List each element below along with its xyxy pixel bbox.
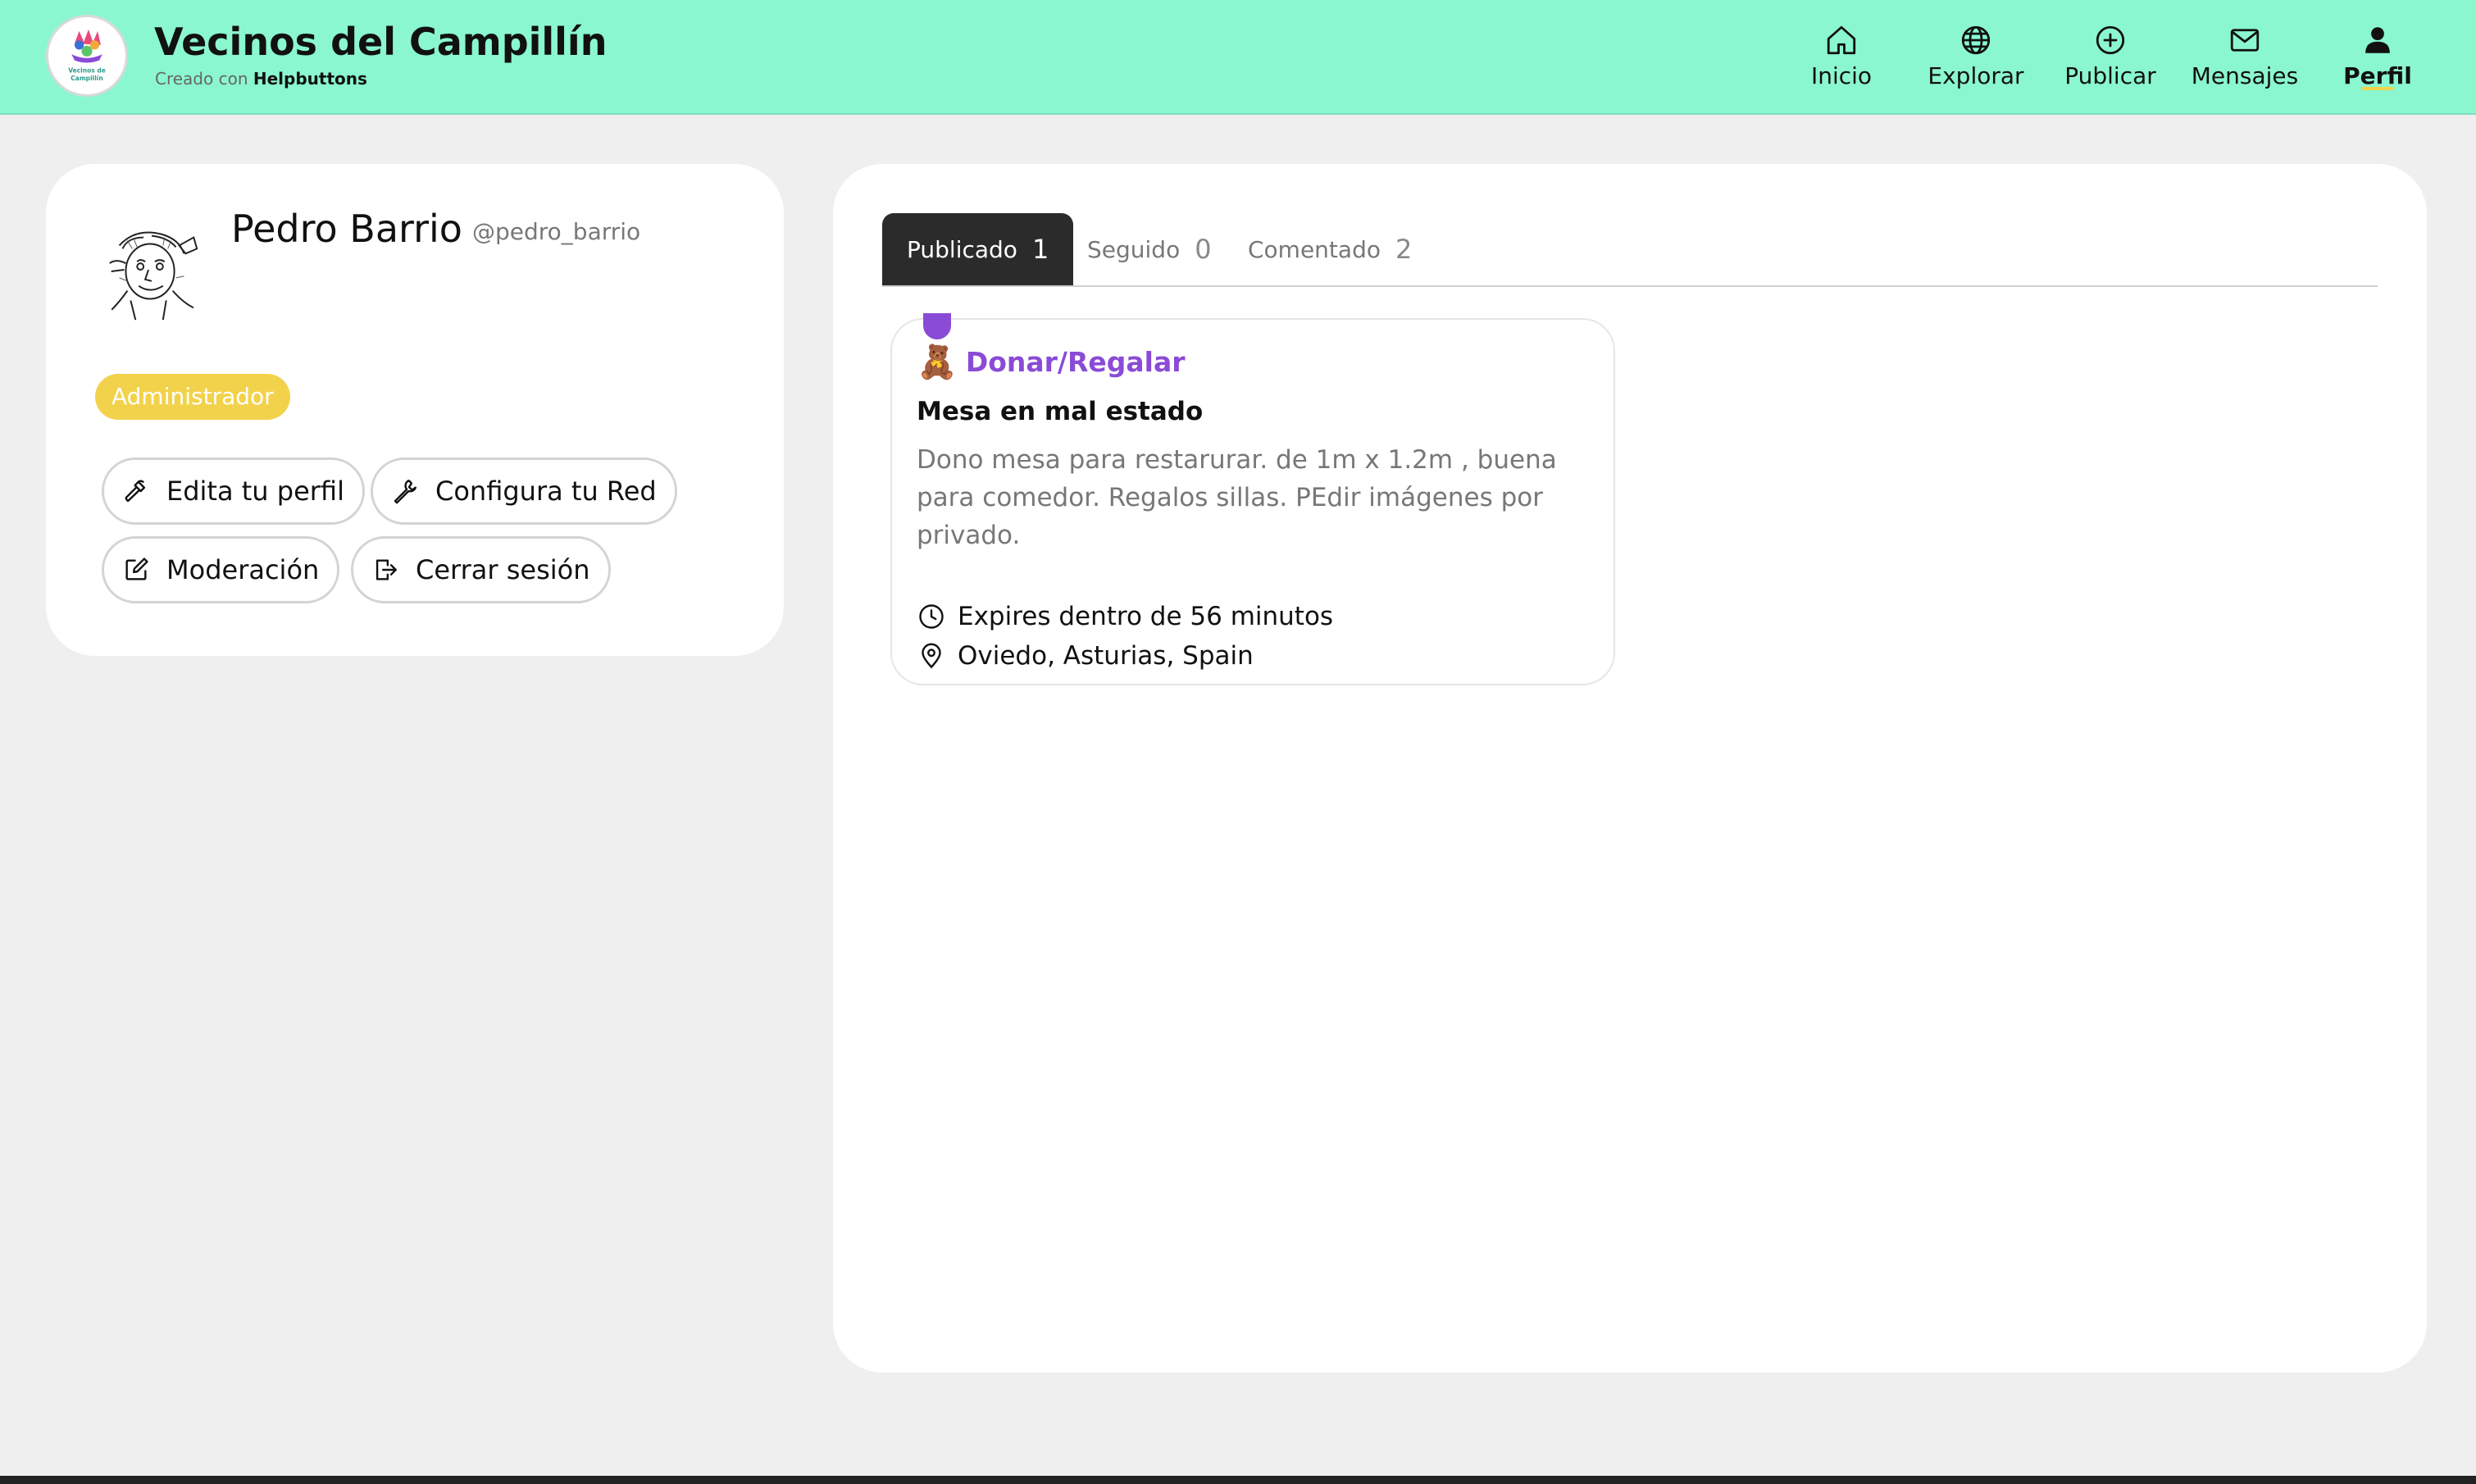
hammer-icon (125, 480, 146, 503)
tab-count: 2 (1395, 234, 1413, 265)
edit-profile-button[interactable]: Edita tu perfil (102, 457, 365, 525)
configure-network-label: Configura tu Red (435, 476, 657, 507)
nav-mensajes[interactable]: Mensajes (2179, 23, 2310, 97)
globe-icon (1961, 25, 1991, 55)
post-description: Dono mesa para restarurar. de 1m x 1.2m … (917, 445, 1557, 550)
app-title: Vecinos del Campillín (154, 20, 608, 64)
subtitle-brand-link[interactable]: Helpbuttons (253, 69, 367, 89)
logout-label: Cerrar sesión (416, 554, 590, 585)
logo-icon: Vecinos de Campillín (49, 18, 125, 93)
post-card[interactable]: 🧸 Donar/Regalar Mesa en mal estado Dono … (890, 313, 1615, 685)
post-category: 🧸 Donar/Regalar (917, 343, 1186, 381)
post-location-text: Oviedo, Asturias, Spain (958, 641, 1254, 671)
avatar-sketch-icon (95, 213, 208, 326)
nav-explorar[interactable]: Explorar (1910, 23, 2041, 97)
nav-label: Perfil (2343, 62, 2412, 89)
moderation-button[interactable]: Moderación (102, 536, 340, 603)
profile-card: Pedro Barrio @pedro_barrio Administrador… (46, 164, 784, 656)
profile-name: Pedro Barrio (231, 207, 462, 251)
edit-square-icon (125, 558, 148, 580)
nav-perfil[interactable]: Perfil (2312, 23, 2443, 97)
tab-publicado[interactable]: Publicado 1 (882, 213, 1074, 285)
profile-handle: @pedro_barrio (472, 218, 641, 245)
home-icon (1827, 25, 1856, 55)
tab-seguido[interactable]: Seguido 0 (1087, 213, 1212, 285)
category-color-dot (923, 313, 951, 339)
tabs-divider (882, 285, 2378, 287)
location-pin-icon (922, 643, 941, 669)
nav-publicar[interactable]: Publicar (2045, 23, 2176, 97)
plus-circle-icon (2096, 25, 2125, 55)
app-logo[interactable]: Vecinos de Campillín (46, 15, 128, 97)
nav-inicio[interactable]: Inicio (1776, 23, 1907, 97)
edit-profile-label: Edita tu perfil (166, 476, 344, 507)
logo-text-2: Campillín (71, 75, 102, 82)
tab-count: 0 (1195, 234, 1212, 265)
post-title: Mesa en mal estado (917, 397, 1204, 426)
active-nav-indicator (2361, 87, 2394, 90)
logout-icon (375, 559, 397, 580)
moderation-label: Moderación (166, 554, 320, 585)
tab-label: Comentado (1248, 235, 1381, 263)
configure-network-button[interactable]: Configura tu Red (371, 457, 677, 525)
subtitle-prefix: Creado con (155, 69, 248, 89)
window-bottom-edge (0, 1476, 2476, 1484)
post-expiry-text: Expires dentro de 56 minutos (958, 602, 1334, 631)
user-icon (2365, 27, 2390, 53)
tab-count: 1 (1031, 234, 1049, 265)
nav-label: Mensajes (2191, 62, 2299, 89)
logout-button[interactable]: Cerrar sesión (351, 536, 611, 603)
nav-label: Inicio (1810, 62, 1873, 89)
tab-comentado[interactable]: Comentado 2 (1248, 213, 1412, 285)
nav-label: Publicar (2064, 62, 2156, 89)
post-category-label: Donar/Regalar (965, 346, 1186, 378)
nav-label: Explorar (1928, 62, 2024, 89)
teddy-bear-icon: 🧸 (917, 344, 958, 381)
post-location: Oviedo, Asturias, Spain (917, 641, 1254, 671)
mail-icon (2230, 29, 2260, 52)
clock-icon (919, 604, 944, 629)
role-badge: Administrador (95, 374, 290, 420)
top-header: Vecinos de Campillín Vecinos del Campill… (0, 0, 2476, 115)
tab-label: Publicado (907, 235, 1017, 263)
logo-text-1: Vecinos de (68, 67, 106, 75)
avatar[interactable] (95, 213, 208, 326)
post-expiry: Expires dentro de 56 minutos (917, 602, 1333, 631)
app-subtitle: Creado con Helpbuttons (155, 69, 367, 89)
wrench-icon (394, 480, 416, 504)
tab-label: Seguido (1087, 235, 1181, 263)
posts-panel: Publicado 1 Seguido 0 Comentado 2 🧸 Dona… (833, 164, 2427, 1372)
